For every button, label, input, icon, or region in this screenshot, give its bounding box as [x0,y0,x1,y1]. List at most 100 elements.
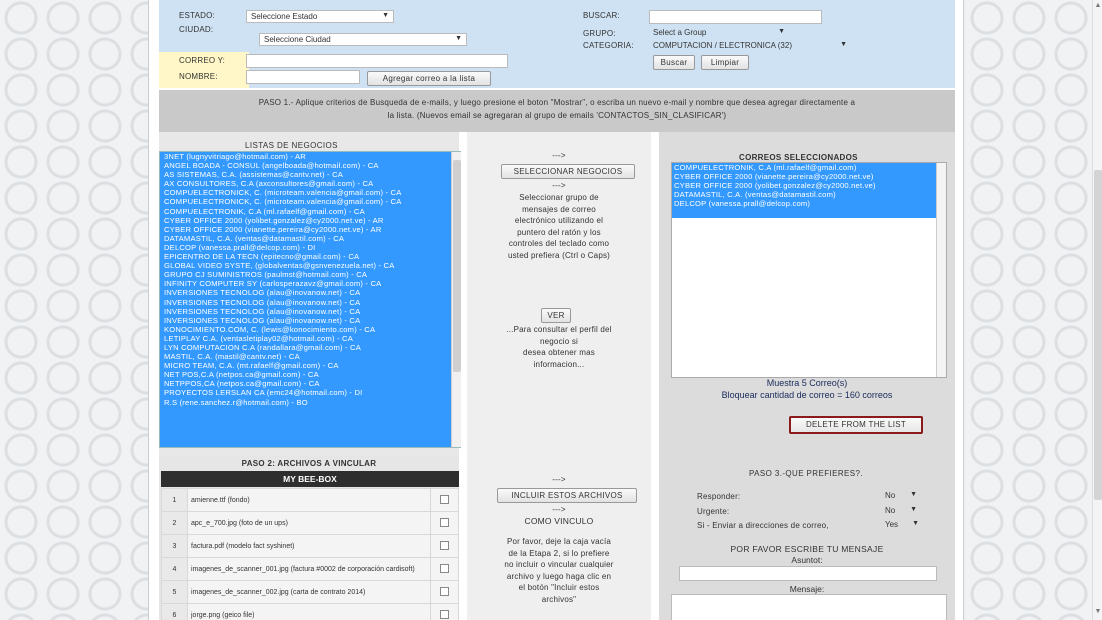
files-table: 1 amienne.ttf (fondo) 2 apc_e_700.jpg (foto… [161,488,459,620]
correo-input[interactable] [246,54,508,68]
delete-from-list-button[interactable]: DELETE FROM THE LIST [789,416,923,434]
listas-option[interactable]: AX CONSULTORES, C.A (axconsultores@gmail… [162,179,460,188]
file-checkbox[interactable] [440,517,449,527]
chevron-down-icon: ▼ [382,12,389,19]
listas-option[interactable]: 3NET (lugnyvitriago@hotmail.com) - AR [162,152,460,161]
bee-box-title: MY BEE-BOX [283,474,337,484]
paso1-instructions: PASO 1.- Aplique criterios de Busqueda d… [159,90,955,132]
file-checkbox[interactable] [440,494,449,504]
correos-option[interactable]: DELCOP (vanessa.prall@delcop.com) [672,199,936,208]
listas-option[interactable]: ANGEL BOADA - CONSUL (angelboada@hotmail… [162,161,460,170]
scroll-down-icon[interactable]: ▼ [1094,608,1102,615]
file-checkbox-cell [430,603,459,620]
listas-option[interactable]: LETIPLAY C.A. (ventasletiplay02@hotmail.… [162,334,460,343]
listas-option[interactable]: LYN COMPUTACION C.A (randallara@gmail.co… [162,343,460,352]
file-name: imagenes_de_scanner_002.jpg (carta de co… [187,580,431,604]
correos-listbox[interactable]: COMPUELECTRONIK, C.A (ml.rafaelf@gmail.c… [671,162,947,378]
file-number: 3 [161,534,188,558]
buscar-button[interactable]: Buscar [653,55,695,70]
page-scrollbar[interactable]: ▲ ▼ [1092,0,1102,620]
correos-option[interactable]: CYBER OFFICE 2000 (vianette.pereira@cy20… [672,172,936,181]
listas-option[interactable]: AS SISTEMAS, C.A. (assistemas@cantv.net)… [162,170,460,179]
file-number: 4 [161,557,188,581]
enviar-select[interactable]: Yes ▼ [881,519,923,532]
estado-select-value: Seleccione Estado [251,12,318,21]
ver-button[interactable]: VER [541,308,571,323]
correos-option[interactable]: CYBER OFFICE 2000 (yolibet.gonzalez@cy20… [672,181,936,190]
listas-option[interactable]: PROYECTOS LERSLAN CA (emc24@hotmail.com)… [162,388,460,397]
ciudad-select[interactable]: Seleccione Ciudad ▼ [259,33,467,46]
listas-option[interactable]: COMPUELECTRONICK, C. (microteam.valencia… [162,197,460,206]
listas-option[interactable]: COMPUELECTRONIK, C.A (ml.rafaelf@gmail.c… [162,207,460,216]
grupo-label: GRUPO: [583,29,616,38]
urgente-select[interactable]: No ▼ [881,505,921,518]
correo-label: CORREO Y: [179,56,226,65]
scrollbar-thumb[interactable] [1094,170,1102,500]
grupo-select[interactable]: Select a Group ▼ [649,27,789,40]
seleccionar-help-line: electrónico utilizando el [514,216,604,225]
ver-help-line: ...Para consultar el perfil del [506,325,612,334]
listas-option[interactable]: NET POS,C.A (netpos.ca@gmail.com) - CA [162,370,460,379]
listas-option[interactable]: R.S (rene.sanchez.r@hotmail.com) - BO [162,398,460,407]
file-row: 6 jorge.png (geico file) [161,603,459,620]
listas-option[interactable]: INFINITY COMPUTER SY (carlosperazavz@gma… [162,279,460,288]
file-number: 6 [161,603,188,620]
listas-option[interactable]: INVERSIONES TECNOLOG (alau@inovanow.net)… [162,288,460,297]
arrow-text-3: ---> [552,475,566,484]
grupo-select-value: Select a Group [653,28,707,37]
correos-option[interactable]: COMPUELECTRONIK, C.A (ml.rafaelf@gmail.c… [672,163,936,172]
listas-scrollbar-thumb[interactable] [453,160,461,372]
correos-scrollbar[interactable] [936,163,946,377]
listas-negocios-listbox[interactable]: 3NET (lugnyvitriago@hotmail.com) - AR ANG… [159,151,461,448]
file-name: jorge.png (geico file) [187,603,431,620]
listas-option[interactable]: MASTIL, C.A. (mastil@cantv.net) - CA [162,352,460,361]
asunto-label: Asuntot: [791,555,823,565]
arrow-text-4: ---> [552,505,566,514]
buscar-input[interactable] [649,10,822,24]
nombre-input[interactable] [246,70,360,84]
estado-select[interactable]: Seleccione Estado ▼ [246,10,394,23]
listas-option[interactable]: INVERSIONES TECNOLOG (alau@inovanow.net)… [162,316,460,325]
file-name: amienne.ttf (fondo) [187,488,431,512]
listas-scrollbar[interactable] [451,152,461,447]
file-checkbox[interactable] [440,563,449,573]
file-checkbox[interactable] [440,586,449,596]
incluir-help-line: Por favor, deje la caja vacía [506,537,612,546]
file-checkbox-cell [430,580,459,604]
agregar-correo-button[interactable]: Agregar correo a la lista [367,71,491,86]
listas-option[interactable]: KONOCIMIENTO.COM, C. (lewis@konocimiento… [162,325,460,334]
listas-option[interactable]: GRUPO CJ SUMINISTROS (paulmst@hotmail.co… [162,270,460,279]
listas-option[interactable]: CYBER OFFICE 2000 (yolibet.gonzalez@cy20… [162,216,460,225]
listas-option[interactable]: INVERSIONES TECNOLOG (alau@inovanow.net)… [162,298,460,307]
chevron-down-icon: ▼ [455,35,462,42]
asunto-input[interactable] [679,566,937,581]
responder-label: Responder: [697,492,741,501]
responder-select[interactable]: No ▼ [881,490,921,503]
categoria-select-value: COMPUTACION / ELECTRONICA (32) [653,41,792,50]
seleccionar-negocios-button[interactable]: SELECCIONAR NEGOCIOS [501,164,635,179]
incluir-help-line: de la Etapa 2, si lo prefiere [508,548,610,558]
listas-option[interactable]: NETPPOS,CA (netpos.ca@gmail.com) - CA [162,379,460,388]
incluir-archivos-button[interactable]: INCLUIR ESTOS ARCHIVOS [497,488,637,503]
main-content: ESTADO: Seleccione Estado ▼ CIUDAD: Selec… [148,0,964,620]
scroll-up-icon[interactable]: ▲ [1094,2,1102,9]
mensaje-textarea[interactable] [671,594,947,620]
responder-select-value: No [885,491,896,500]
file-checkbox[interactable] [440,609,449,619]
correos-title: CORREOS SELECCIONADOS [739,153,858,162]
listas-option[interactable]: DELCOP (vanessa.prall@delcop.com) - DI [162,243,460,252]
file-checkbox[interactable] [440,540,449,550]
ver-help-line: desea obtener mas [523,348,595,357]
listas-option[interactable]: GLOBAL VIDEO SYSTE, (globalventas@gsnven… [162,261,460,270]
correos-option[interactable]: DATAMASTIL, C.A. (ventas@datamastil.com) [672,190,936,199]
listas-option[interactable]: COMPUELECTRONICK, C. (microteam.valencia… [162,188,460,197]
categoria-select[interactable]: COMPUTACION / ELECTRONICA (32) ▼ [649,40,849,53]
correos-scrollbar-thumb[interactable] [938,169,946,369]
chevron-down-icon: ▼ [910,506,917,513]
listas-option[interactable]: DATAMASTIL, C.A. (ventas@datamastil.com)… [162,234,460,243]
listas-option[interactable]: EPICENTRO DE LA TECN (epitecno@gmail.com… [162,252,460,261]
listas-option[interactable]: INVERSIONES TECNOLOG (alau@inovanow.net)… [162,307,460,316]
limpiar-button[interactable]: Limpiar [701,55,749,70]
listas-option[interactable]: CYBER OFFICE 2000 (vianette.pereira@cy20… [162,225,460,234]
listas-option[interactable]: MICRO TEAM, C.A. (mt.rafaelf@gmail.com) … [162,361,460,370]
